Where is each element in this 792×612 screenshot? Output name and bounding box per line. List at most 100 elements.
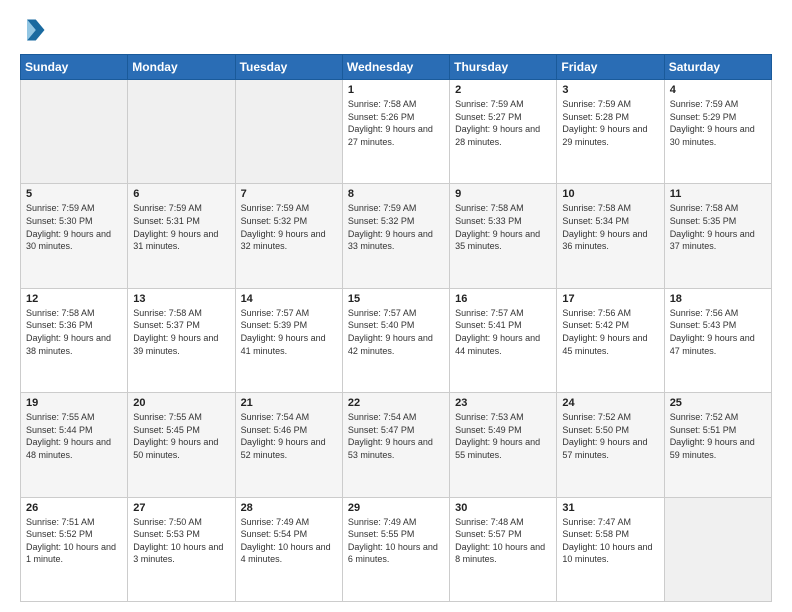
day-number: 15 <box>348 293 444 305</box>
sunrise-label: Sunrise: 7:59 AM <box>26 203 95 213</box>
day-info: Sunrise: 7:56 AM Sunset: 5:43 PM Dayligh… <box>670 307 766 357</box>
sunset-label: Sunset: 5:32 PM <box>348 216 415 226</box>
daylight-label: Daylight: 9 hours and 55 minutes. <box>455 437 540 460</box>
sunset-label: Sunset: 5:32 PM <box>241 216 308 226</box>
day-info: Sunrise: 7:59 AM Sunset: 5:29 PM Dayligh… <box>670 98 766 148</box>
calendar-cell: 22 Sunrise: 7:54 AM Sunset: 5:47 PM Dayl… <box>342 393 449 497</box>
day-number: 14 <box>241 293 337 305</box>
daylight-label: Daylight: 9 hours and 29 minutes. <box>562 124 647 147</box>
day-info: Sunrise: 7:50 AM Sunset: 5:53 PM Dayligh… <box>133 516 229 566</box>
logo <box>20 16 52 44</box>
calendar-cell <box>21 80 128 184</box>
calendar-cell: 20 Sunrise: 7:55 AM Sunset: 5:45 PM Dayl… <box>128 393 235 497</box>
calendar-cell: 9 Sunrise: 7:58 AM Sunset: 5:33 PM Dayli… <box>450 184 557 288</box>
day-number: 13 <box>133 293 229 305</box>
daylight-label: Daylight: 9 hours and 52 minutes. <box>241 437 326 460</box>
daylight-label: Daylight: 9 hours and 57 minutes. <box>562 437 647 460</box>
calendar-cell: 19 Sunrise: 7:55 AM Sunset: 5:44 PM Dayl… <box>21 393 128 497</box>
sunset-label: Sunset: 5:37 PM <box>133 320 200 330</box>
sunset-label: Sunset: 5:30 PM <box>26 216 93 226</box>
weekday-header-cell: Thursday <box>450 55 557 80</box>
sunrise-label: Sunrise: 7:48 AM <box>455 517 524 527</box>
sunset-label: Sunset: 5:49 PM <box>455 425 522 435</box>
daylight-label: Daylight: 9 hours and 42 minutes. <box>348 333 433 356</box>
daylight-label: Daylight: 10 hours and 10 minutes. <box>562 542 652 565</box>
day-info: Sunrise: 7:59 AM Sunset: 5:30 PM Dayligh… <box>26 202 122 252</box>
calendar-week-row: 1 Sunrise: 7:58 AM Sunset: 5:26 PM Dayli… <box>21 80 772 184</box>
day-number: 17 <box>562 293 658 305</box>
calendar-cell: 3 Sunrise: 7:59 AM Sunset: 5:28 PM Dayli… <box>557 80 664 184</box>
day-info: Sunrise: 7:58 AM Sunset: 5:35 PM Dayligh… <box>670 202 766 252</box>
sunset-label: Sunset: 5:41 PM <box>455 320 522 330</box>
day-number: 1 <box>348 84 444 96</box>
calendar-cell: 5 Sunrise: 7:59 AM Sunset: 5:30 PM Dayli… <box>21 184 128 288</box>
daylight-label: Daylight: 10 hours and 6 minutes. <box>348 542 438 565</box>
day-info: Sunrise: 7:57 AM Sunset: 5:40 PM Dayligh… <box>348 307 444 357</box>
day-number: 12 <box>26 293 122 305</box>
day-info: Sunrise: 7:52 AM Sunset: 5:51 PM Dayligh… <box>670 411 766 461</box>
sunrise-label: Sunrise: 7:55 AM <box>26 412 95 422</box>
daylight-label: Daylight: 10 hours and 3 minutes. <box>133 542 223 565</box>
sunset-label: Sunset: 5:40 PM <box>348 320 415 330</box>
daylight-label: Daylight: 9 hours and 36 minutes. <box>562 229 647 252</box>
daylight-label: Daylight: 9 hours and 37 minutes. <box>670 229 755 252</box>
sunset-label: Sunset: 5:47 PM <box>348 425 415 435</box>
daylight-label: Daylight: 9 hours and 50 minutes. <box>133 437 218 460</box>
sunrise-label: Sunrise: 7:49 AM <box>348 517 417 527</box>
sunrise-label: Sunrise: 7:58 AM <box>26 308 95 318</box>
sunrise-label: Sunrise: 7:55 AM <box>133 412 202 422</box>
sunrise-label: Sunrise: 7:58 AM <box>562 203 631 213</box>
calendar-cell: 28 Sunrise: 7:49 AM Sunset: 5:54 PM Dayl… <box>235 497 342 601</box>
daylight-label: Daylight: 9 hours and 41 minutes. <box>241 333 326 356</box>
daylight-label: Daylight: 9 hours and 48 minutes. <box>26 437 111 460</box>
calendar-cell: 17 Sunrise: 7:56 AM Sunset: 5:42 PM Dayl… <box>557 288 664 392</box>
day-number: 27 <box>133 502 229 514</box>
calendar-cell: 21 Sunrise: 7:54 AM Sunset: 5:46 PM Dayl… <box>235 393 342 497</box>
calendar-week-row: 19 Sunrise: 7:55 AM Sunset: 5:44 PM Dayl… <box>21 393 772 497</box>
sunset-label: Sunset: 5:33 PM <box>455 216 522 226</box>
sunrise-label: Sunrise: 7:56 AM <box>670 308 739 318</box>
header <box>20 16 772 44</box>
calendar-cell: 23 Sunrise: 7:53 AM Sunset: 5:49 PM Dayl… <box>450 393 557 497</box>
sunrise-label: Sunrise: 7:59 AM <box>562 99 631 109</box>
sunset-label: Sunset: 5:44 PM <box>26 425 93 435</box>
day-info: Sunrise: 7:56 AM Sunset: 5:42 PM Dayligh… <box>562 307 658 357</box>
calendar-week-row: 12 Sunrise: 7:58 AM Sunset: 5:36 PM Dayl… <box>21 288 772 392</box>
day-info: Sunrise: 7:58 AM Sunset: 5:34 PM Dayligh… <box>562 202 658 252</box>
day-info: Sunrise: 7:59 AM Sunset: 5:28 PM Dayligh… <box>562 98 658 148</box>
day-info: Sunrise: 7:47 AM Sunset: 5:58 PM Dayligh… <box>562 516 658 566</box>
calendar-cell: 30 Sunrise: 7:48 AM Sunset: 5:57 PM Dayl… <box>450 497 557 601</box>
day-number: 3 <box>562 84 658 96</box>
sunset-label: Sunset: 5:50 PM <box>562 425 629 435</box>
calendar-week-row: 26 Sunrise: 7:51 AM Sunset: 5:52 PM Dayl… <box>21 497 772 601</box>
day-number: 11 <box>670 188 766 200</box>
day-info: Sunrise: 7:59 AM Sunset: 5:27 PM Dayligh… <box>455 98 551 148</box>
day-info: Sunrise: 7:59 AM Sunset: 5:32 PM Dayligh… <box>348 202 444 252</box>
sunrise-label: Sunrise: 7:51 AM <box>26 517 95 527</box>
day-number: 16 <box>455 293 551 305</box>
day-info: Sunrise: 7:49 AM Sunset: 5:55 PM Dayligh… <box>348 516 444 566</box>
day-info: Sunrise: 7:55 AM Sunset: 5:45 PM Dayligh… <box>133 411 229 461</box>
weekday-header-cell: Saturday <box>664 55 771 80</box>
day-info: Sunrise: 7:53 AM Sunset: 5:49 PM Dayligh… <box>455 411 551 461</box>
daylight-label: Daylight: 9 hours and 59 minutes. <box>670 437 755 460</box>
calendar-cell: 8 Sunrise: 7:59 AM Sunset: 5:32 PM Dayli… <box>342 184 449 288</box>
day-number: 26 <box>26 502 122 514</box>
day-number: 2 <box>455 84 551 96</box>
sunset-label: Sunset: 5:51 PM <box>670 425 737 435</box>
weekday-header-cell: Monday <box>128 55 235 80</box>
day-info: Sunrise: 7:58 AM Sunset: 5:36 PM Dayligh… <box>26 307 122 357</box>
day-number: 5 <box>26 188 122 200</box>
calendar-cell: 6 Sunrise: 7:59 AM Sunset: 5:31 PM Dayli… <box>128 184 235 288</box>
page: SundayMondayTuesdayWednesdayThursdayFrid… <box>0 0 792 612</box>
calendar-cell: 27 Sunrise: 7:50 AM Sunset: 5:53 PM Dayl… <box>128 497 235 601</box>
sunset-label: Sunset: 5:43 PM <box>670 320 737 330</box>
calendar-cell: 29 Sunrise: 7:49 AM Sunset: 5:55 PM Dayl… <box>342 497 449 601</box>
sunrise-label: Sunrise: 7:59 AM <box>348 203 417 213</box>
calendar-cell: 18 Sunrise: 7:56 AM Sunset: 5:43 PM Dayl… <box>664 288 771 392</box>
day-number: 25 <box>670 397 766 409</box>
daylight-label: Daylight: 9 hours and 47 minutes. <box>670 333 755 356</box>
sunset-label: Sunset: 5:26 PM <box>348 112 415 122</box>
calendar-cell <box>664 497 771 601</box>
sunrise-label: Sunrise: 7:57 AM <box>241 308 310 318</box>
